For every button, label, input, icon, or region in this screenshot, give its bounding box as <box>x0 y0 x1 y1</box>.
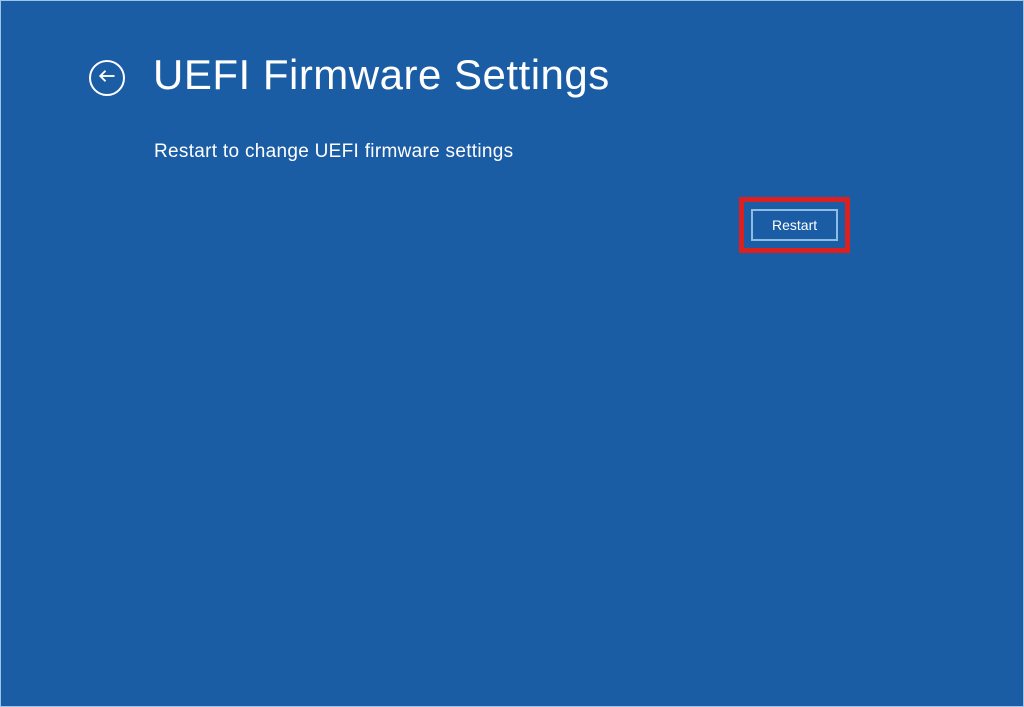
page-title: UEFI Firmware Settings <box>153 51 610 99</box>
action-button-area: Restart <box>739 197 850 253</box>
restart-button[interactable]: Restart <box>751 209 838 241</box>
page-description: Restart to change UEFI firmware settings <box>1 99 1023 163</box>
annotation-highlight: Restart <box>739 197 850 253</box>
page-header: UEFI Firmware Settings <box>1 1 1023 99</box>
back-button[interactable] <box>89 60 125 96</box>
back-arrow-icon <box>98 67 116 90</box>
